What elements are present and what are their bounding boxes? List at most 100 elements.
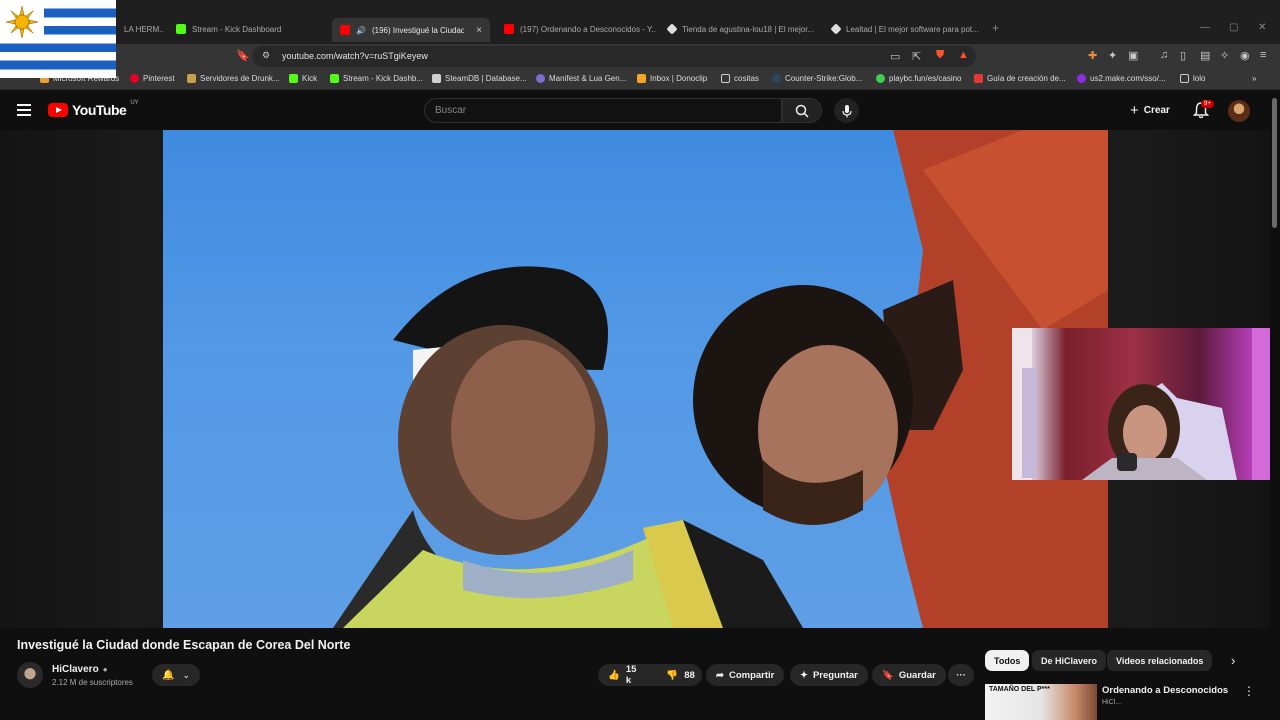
browser-tab-active[interactable]: 🔊 (196) Investigué la Ciudad d... × [332,18,490,42]
account-avatar[interactable] [1228,100,1250,122]
vpn-icon[interactable]: ◉ [1240,49,1250,62]
puzzle-icon[interactable]: ✦ [1108,49,1117,62]
share-icon[interactable]: ⇱ [912,50,921,63]
chip-from-channel[interactable]: De HiClavero [1032,650,1107,671]
search-button[interactable] [782,98,822,123]
thumbnail-text: TAMAÑO DEL P*** [989,686,1050,693]
bookmark-item[interactable]: Counter-Strike:Glob... [772,74,862,83]
bookmark-label: lolo [1193,74,1206,83]
dislike-button[interactable]: 👎 88 [656,664,704,686]
bookmark-item[interactable]: Pinterest [130,74,175,83]
donoclip-icon [637,74,646,83]
bookmark-item[interactable]: cositas [721,74,759,83]
diamond-icon [830,23,842,35]
ai-icon[interactable]: ✧ [1220,49,1229,62]
bookmark-label: SteamDB | Database... [445,74,527,83]
bookmark-label: playbc.fun/es/casino [889,74,962,83]
extension-icon[interactable]: ▣ [1128,49,1138,62]
related-video-thumbnail[interactable]: TAMAÑO DEL P*** [985,684,1097,720]
bookmark-label: Stream - Kick Dashb... [343,74,424,83]
like-button[interactable]: 👍 15 k [598,664,646,686]
bookmark-item[interactable]: SteamDB | Database... [432,74,527,83]
more-icon: ··· [956,669,966,681]
scrollbar-thumb[interactable] [1272,98,1277,228]
bookmark-item[interactable]: Guía de creación de... [974,74,1066,83]
casino-icon [876,74,885,83]
screen-icon[interactable]: ▭ [890,50,900,63]
chip-related[interactable]: Videos relacionados [1107,650,1213,671]
more-actions-button[interactable]: ··· [948,664,974,686]
new-tab-button[interactable]: + [992,21,999,35]
guide-icon [974,74,983,83]
chevron-right-icon[interactable]: › [1231,653,1235,668]
bookmark-item[interactable]: Servidores de Drunk... [187,74,280,83]
tab-title: Lealtad | El mejor software para pot... [846,24,979,34]
browser-tab[interactable]: Lealtad | El mejor software para pot... [824,18,984,40]
url-text: youtube.com/watch?v=ruSTgiKeyew [282,51,428,61]
close-icon[interactable]: × [476,25,482,36]
voice-search-button[interactable] [834,98,859,123]
browser-tab[interactable]: Stream - Kick Dashboard [168,18,328,40]
chip-all[interactable]: Todos [985,650,1030,671]
browser-tab[interactable]: LA HERM... [116,18,164,40]
brave-shield-icon[interactable]: ⛊ [936,49,944,62]
video-player[interactable] [163,130,1108,628]
sidebar-icon[interactable]: ▯ [1180,49,1186,62]
bookmark-item[interactable]: Stream - Kick Dashb... [330,74,423,83]
uruguay-flag-overlay [0,0,116,78]
music-icon[interactable]: ♫ [1160,49,1168,61]
bookmark-item[interactable]: Manifest & Lua Gen... [536,74,626,83]
dislike-count: 88 [684,669,695,681]
maximize-icon[interactable]: ▢ [1229,22,1238,33]
create-label: Crear [1143,105,1170,116]
channel-name[interactable]: HiClavero ● [52,664,108,675]
address-bar[interactable]: ⚙ youtube.com/watch?v=ruSTgiKeyew ▭ ⇱ ⛊ … [252,46,976,67]
ask-label: Preguntar [812,669,858,681]
youtube-icon [504,24,514,34]
bookmark-item[interactable]: us2.make.com/sso/... [1077,74,1166,83]
search-input[interactable]: Buscar [424,98,782,123]
webcam-image [1012,328,1280,480]
video-title: Investigué la Ciudad donde Escapan de Co… [17,638,351,652]
browser-tab[interactable]: (197) Ordenando a Desconocidos - Y... [496,18,656,40]
brave-rewards-icon[interactable]: ▲ [958,49,969,61]
notification-badge: 9+ [1201,100,1214,108]
streamer-webcam-overlay [1012,328,1280,480]
minimize-icon[interactable]: — [1200,22,1210,33]
more-bookmarks-button[interactable]: » [1252,74,1256,83]
bookmark-label: cositas [734,74,759,83]
save-label: Guardar [898,669,936,681]
kebab-menu-icon[interactable]: ⋮ [1243,684,1255,698]
save-button[interactable]: 🔖 Guardar [872,664,946,686]
microphone-icon [841,104,852,117]
bookmark-item[interactable]: lolo [1180,74,1205,83]
subscription-notifications-button[interactable]: 🔔 ⌄ [152,664,200,686]
bookmark-label: Kick [302,74,318,83]
bookmark-item[interactable]: Kick [289,74,317,83]
video-frame-image [333,130,1108,628]
bookmark-item[interactable]: playbc.fun/es/casino [876,74,962,83]
page-scrollbar[interactable] [1270,90,1280,720]
browser-tab[interactable]: Tienda de agustina-lou18 | El mejor... [660,18,820,40]
wallet-icon[interactable]: ▤ [1200,49,1210,62]
share-label: Compartir [728,669,775,681]
create-button[interactable]: + Crear [1122,99,1180,122]
site-info-icon[interactable]: ⚙ [262,50,270,61]
menu-icon[interactable] [17,104,31,116]
bell-icon: 🔔 [162,669,175,681]
youtube-logo[interactable]: YouTube UY [48,100,139,118]
ask-button[interactable]: ✦ Preguntar [790,664,868,686]
manifest-icon [536,74,545,83]
extension-icon[interactable]: ✚ [1088,49,1097,62]
bookmark-item[interactable]: Inbox | Donoclip [637,74,707,83]
menu-icon[interactable]: ≡ [1260,49,1266,61]
bookmark-icon[interactable]: 🔖 [236,49,250,62]
related-video-title[interactable]: Ordenando a Desconocidos [1102,685,1228,696]
kick-icon [176,24,186,34]
plus-icon: + [1130,102,1139,119]
server-icon [187,74,196,83]
close-window-icon[interactable]: ✕ [1258,22,1266,33]
share-button[interactable]: ➦ Compartir [706,664,785,686]
channel-avatar[interactable] [17,662,43,688]
steamdb-icon [432,74,441,83]
